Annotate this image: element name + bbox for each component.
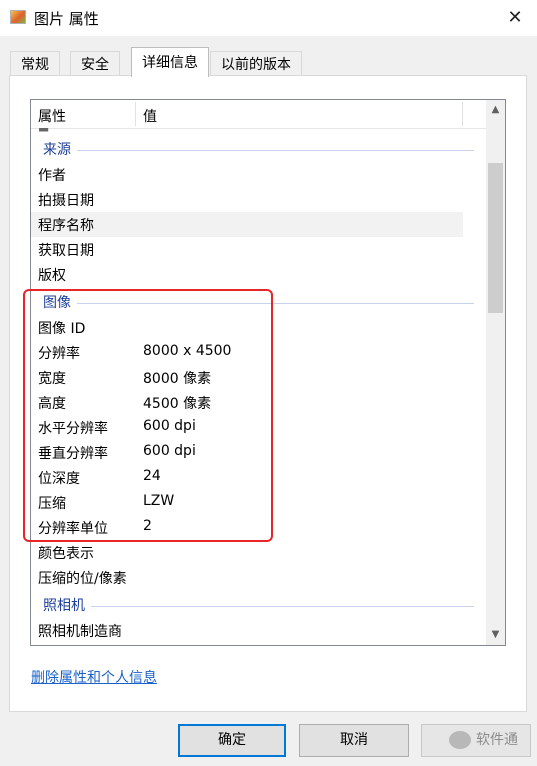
tab-general[interactable]: 常规 (10, 51, 60, 77)
tab-previous-versions[interactable]: 以前的版本 (210, 51, 302, 77)
group-divider (43, 303, 474, 304)
scroll-up-icon[interactable]: ▲ (486, 100, 505, 120)
title-bar: 图片 属性 ✕ (0, 0, 537, 36)
property-row[interactable]: 作者 (31, 162, 463, 187)
partial-row: ■ (38, 128, 49, 133)
property-name: 宽度 (38, 371, 66, 387)
property-row[interactable]: 水平分辨率 600 dpi (31, 415, 463, 440)
property-row[interactable]: 图像 ID (31, 315, 463, 340)
property-name: 图像 ID (38, 321, 86, 337)
property-name: 获取日期 (38, 243, 94, 259)
column-divider[interactable] (462, 102, 463, 126)
column-header-value[interactable]: 值 (143, 106, 157, 126)
vertical-scrollbar[interactable]: ▲ ▼ (486, 100, 505, 645)
property-value: 8000 x 4500 (143, 343, 232, 359)
column-divider[interactable] (135, 102, 136, 126)
property-name: 垂直分辨率 (38, 446, 108, 462)
property-name: 位深度 (38, 471, 80, 487)
property-row[interactable]: 宽度 8000 像素 (31, 365, 463, 390)
column-header-property[interactable]: 属性 (38, 106, 66, 126)
cancel-button[interactable]: 取消 (299, 724, 409, 757)
property-row[interactable]: 分辨率单位 2 (31, 515, 463, 540)
property-row[interactable]: 颜色表示 (31, 540, 463, 565)
group-label: 来源 (43, 139, 77, 159)
ok-button[interactable]: 确定 (178, 724, 286, 757)
list-header: 属性 值 (31, 100, 486, 129)
property-row[interactable]: 版权 (31, 262, 463, 287)
property-row[interactable]: 程序名称 (31, 212, 463, 237)
group-header-source: 来源 (31, 137, 486, 162)
property-name: 版权 (38, 268, 66, 284)
watermark-text: 软件通 (476, 732, 518, 748)
properties-list[interactable]: 属性 值 ■ 来源 作者 拍摄日期 程序名称 获取日期 版权 (30, 99, 506, 646)
property-name: 照相机制造商 (38, 624, 122, 640)
tab-details[interactable]: 详细信息 (131, 47, 209, 77)
property-row[interactable]: 垂直分辨率 600 dpi (31, 440, 463, 465)
property-name: 压缩的位/像素 (38, 571, 127, 587)
property-name: 程序名称 (38, 218, 94, 234)
group-divider (43, 150, 474, 151)
property-value: 600 dpi (143, 418, 196, 434)
property-row[interactable]: 压缩 LZW (31, 490, 463, 515)
property-value: 4500 像素 (143, 396, 212, 412)
group-label: 图像 (43, 292, 77, 312)
property-value: LZW (143, 493, 175, 509)
group-header-image: 图像 (31, 290, 486, 315)
property-name: 作者 (38, 168, 66, 184)
property-name: 颜色表示 (38, 546, 94, 562)
close-icon[interactable]: ✕ (501, 4, 529, 32)
property-name: 水平分辨率 (38, 421, 108, 437)
property-row[interactable]: 压缩的位/像素 (31, 565, 463, 590)
window-title: 图片 属性 (34, 10, 99, 28)
group-header-camera: 照相机 (31, 593, 486, 618)
wechat-icon (449, 731, 471, 749)
picture-file-icon (10, 10, 26, 24)
property-name: 分辨率 (38, 346, 80, 362)
scrollbar-thumb[interactable] (488, 163, 503, 313)
property-row[interactable]: 位深度 24 (31, 465, 463, 490)
property-row[interactable]: 获取日期 (31, 237, 463, 262)
property-name: 高度 (38, 396, 66, 412)
tab-security[interactable]: 安全 (70, 51, 120, 77)
property-name: 分辨率单位 (38, 521, 108, 537)
property-row[interactable]: 照相机制造商 (31, 618, 463, 643)
property-row[interactable]: 拍摄日期 (31, 187, 463, 212)
property-value: 8000 像素 (143, 371, 212, 387)
remove-properties-link[interactable]: 删除属性和个人信息 (31, 667, 157, 687)
group-label: 照相机 (43, 595, 91, 615)
property-row[interactable]: 分辨率 8000 x 4500 (31, 340, 463, 365)
property-value: 600 dpi (143, 443, 196, 459)
list-viewport: ■ 来源 作者 拍摄日期 程序名称 获取日期 版权 图像 (31, 128, 486, 645)
property-row[interactable]: 高度 4500 像素 (31, 390, 463, 415)
group-divider (43, 606, 474, 607)
scroll-down-icon[interactable]: ▼ (486, 625, 505, 645)
property-name: 拍摄日期 (38, 193, 94, 209)
property-value: 2 (143, 518, 152, 534)
property-name: 压缩 (38, 496, 66, 512)
property-value: 24 (143, 468, 161, 484)
